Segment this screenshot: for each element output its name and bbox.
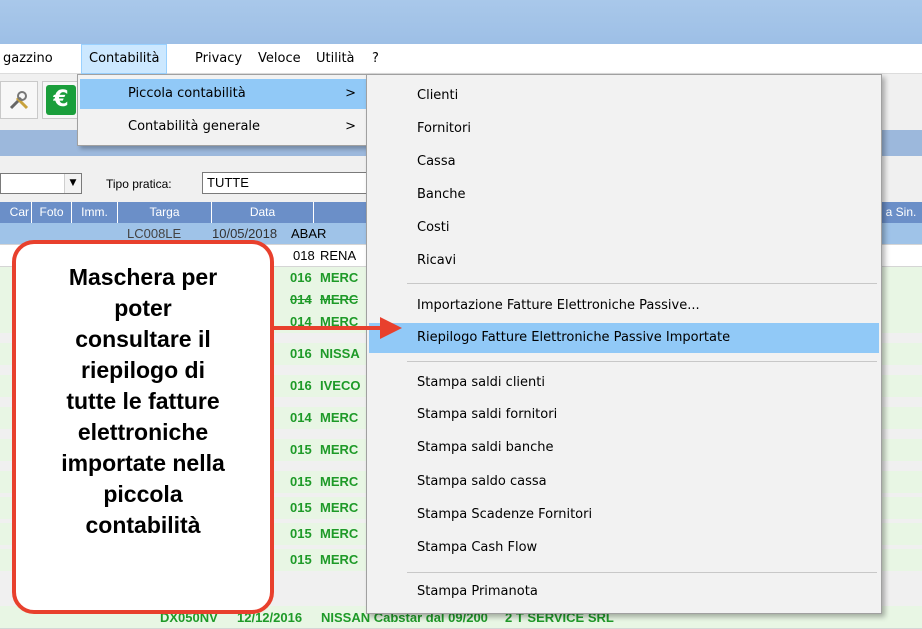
chevron-right-icon: > — [345, 119, 356, 134]
cell-desc: ABAR — [291, 226, 327, 241]
menu-separator — [407, 572, 877, 573]
menu-item-label: Costi — [417, 220, 450, 235]
callout-line: riepilogo di — [81, 357, 205, 383]
menu-item-importazione-fatture[interactable]: Importazione Fatture Elettroniche Passiv… — [369, 291, 879, 321]
cell-desc: MERC — [320, 500, 359, 515]
menu-item-label: Stampa saldi banche — [417, 440, 554, 455]
col-foto[interactable]: Foto — [32, 202, 72, 223]
menu-item-label: Riepilogo Fatture Elettroniche Passive I… — [417, 330, 731, 345]
menu-utilita[interactable]: Utilità — [309, 44, 362, 74]
menubar: gazzino Contabilità Privacy Veloce Utili… — [0, 44, 922, 74]
menu-item-label: Stampa saldi clienti — [417, 375, 545, 390]
cell-data: 014 — [290, 410, 312, 425]
menu-item-label: Stampa saldi fornitori — [417, 407, 558, 422]
col-sin[interactable]: a Sin. — [880, 202, 922, 223]
cell-desc: MERC — [320, 292, 359, 307]
cell-desc: MERC — [320, 410, 359, 425]
filter-combo[interactable]: ▼ — [0, 173, 82, 194]
callout-line: importate nella — [61, 450, 225, 476]
callout-line: piccola — [103, 481, 183, 507]
menu-veloce[interactable]: Veloce — [251, 44, 308, 74]
menu-item-riepilogo-fatture[interactable]: Riepilogo Fatture Elettroniche Passive I… — [369, 323, 879, 353]
callout-line: Maschera per — [68, 264, 218, 290]
menu-item-ricavi[interactable]: Ricavi — [369, 246, 879, 276]
menu-help[interactable]: ? — [365, 44, 386, 74]
menu-item-label: Ricavi — [417, 253, 457, 268]
menu-item-label: Banche — [417, 187, 466, 202]
menu-separator — [407, 361, 877, 362]
menu-item-label: Stampa Scadenze Fornitori — [417, 507, 593, 522]
callout-box: Maschera per poter consultare il riepilo… — [12, 240, 274, 614]
menu-item-label: Stampa Primanota — [417, 584, 538, 599]
col-targa[interactable]: Targa — [118, 202, 212, 223]
tools-button[interactable] — [0, 81, 38, 119]
menu-item-stampa-saldi-banche[interactable]: Stampa saldi banche — [369, 433, 879, 463]
tipo-pratica-label: Tipo pratica: — [106, 177, 172, 191]
tipo-pratica-field[interactable]: TUTTE — [202, 172, 372, 194]
cell-data: 018 — [293, 248, 315, 263]
menu-item-piccola-contabilita[interactable]: Piccola contabilità > — [80, 79, 370, 109]
cell-data: 015 — [290, 442, 312, 457]
menu-item-contabilita-generale[interactable]: Contabilità generale > — [80, 112, 370, 142]
cell-desc: MERC — [320, 552, 359, 567]
euro-icon: € — [46, 85, 76, 115]
cell-data: 016 — [290, 378, 312, 393]
cell-data: 015 — [290, 526, 312, 541]
menu-item-label: Piccola contabilità — [128, 86, 246, 101]
chevron-right-icon: > — [345, 86, 356, 101]
menu-item-label: Contabilità generale — [128, 119, 261, 134]
menu-item-stampa-saldo-cassa[interactable]: Stampa saldo cassa — [369, 467, 879, 497]
cell-desc: IVECO — [320, 378, 361, 393]
cell-data: 016 — [290, 346, 312, 361]
menu-item-stampa-scadenze-fornitori[interactable]: Stampa Scadenze Fornitori — [369, 500, 879, 530]
menu-item-label: Stampa saldo cassa — [417, 474, 547, 489]
callout-line: consultare il — [75, 326, 211, 352]
cell-desc: RENA — [320, 248, 357, 263]
cell-desc: MERC — [320, 526, 359, 541]
callout-line: elettroniche — [77, 419, 209, 445]
callout-arrow-head — [380, 317, 402, 339]
tools-icon — [9, 91, 29, 110]
chevron-down-icon[interactable]: ▼ — [64, 174, 81, 193]
col-data[interactable]: Data — [212, 202, 314, 223]
menu-magazzino[interactable]: gazzino — [0, 44, 60, 74]
callout-line: tutte le fatture — [66, 388, 220, 414]
callout-arrow-line — [274, 326, 384, 330]
contabilita-menu: Piccola contabilità > Contabilità genera… — [77, 74, 373, 146]
menu-item-label: Cassa — [417, 154, 456, 169]
cell-desc: NISSA — [320, 346, 360, 361]
menu-item-stampa-saldi-clienti[interactable]: Stampa saldi clienti — [369, 368, 879, 398]
menu-item-banche[interactable]: Banche — [369, 180, 879, 210]
cell-data: 015 — [290, 500, 312, 515]
cell-data: 015 — [290, 474, 312, 489]
menu-item-costi[interactable]: Costi — [369, 213, 879, 243]
menu-contabilita[interactable]: Contabilità — [81, 44, 168, 74]
menu-item-fornitori[interactable]: Fornitori — [369, 114, 879, 144]
menu-privacy[interactable]: Privacy — [188, 44, 249, 74]
cell-desc: MERC — [320, 270, 359, 285]
piccola-contabilita-submenu: Clienti Fornitori Cassa Banche Costi Ric… — [366, 74, 882, 614]
cell-desc: MERC — [320, 442, 359, 457]
cell-data: 014 — [290, 292, 312, 307]
menu-item-label: Stampa Cash Flow — [417, 540, 538, 555]
cell-data: 015 — [290, 552, 312, 567]
window-titlebar — [0, 0, 922, 44]
callout-line: poter — [114, 295, 172, 321]
menu-separator — [407, 283, 877, 284]
menu-item-stampa-saldi-fornitori[interactable]: Stampa saldi fornitori — [369, 400, 879, 430]
cell-data: 016 — [290, 270, 312, 285]
callout-line: contabilità — [85, 512, 201, 538]
menu-item-label: Fornitori — [417, 121, 471, 136]
col-car[interactable]: Car — [0, 202, 32, 223]
menu-item-stampa-cash-flow[interactable]: Stampa Cash Flow — [369, 533, 879, 563]
menu-item-cassa[interactable]: Cassa — [369, 147, 879, 177]
menu-item-stampa-primanota[interactable]: Stampa Primanota — [369, 577, 879, 607]
menu-item-label: Clienti — [417, 88, 459, 103]
menu-item-clienti[interactable]: Clienti — [369, 81, 879, 111]
contabilita-button[interactable]: € — [42, 81, 80, 119]
col-imm[interactable]: Imm. — [72, 202, 118, 223]
cell-desc: MERC — [320, 474, 359, 489]
menu-item-label: Importazione Fatture Elettroniche Passiv… — [417, 298, 700, 313]
